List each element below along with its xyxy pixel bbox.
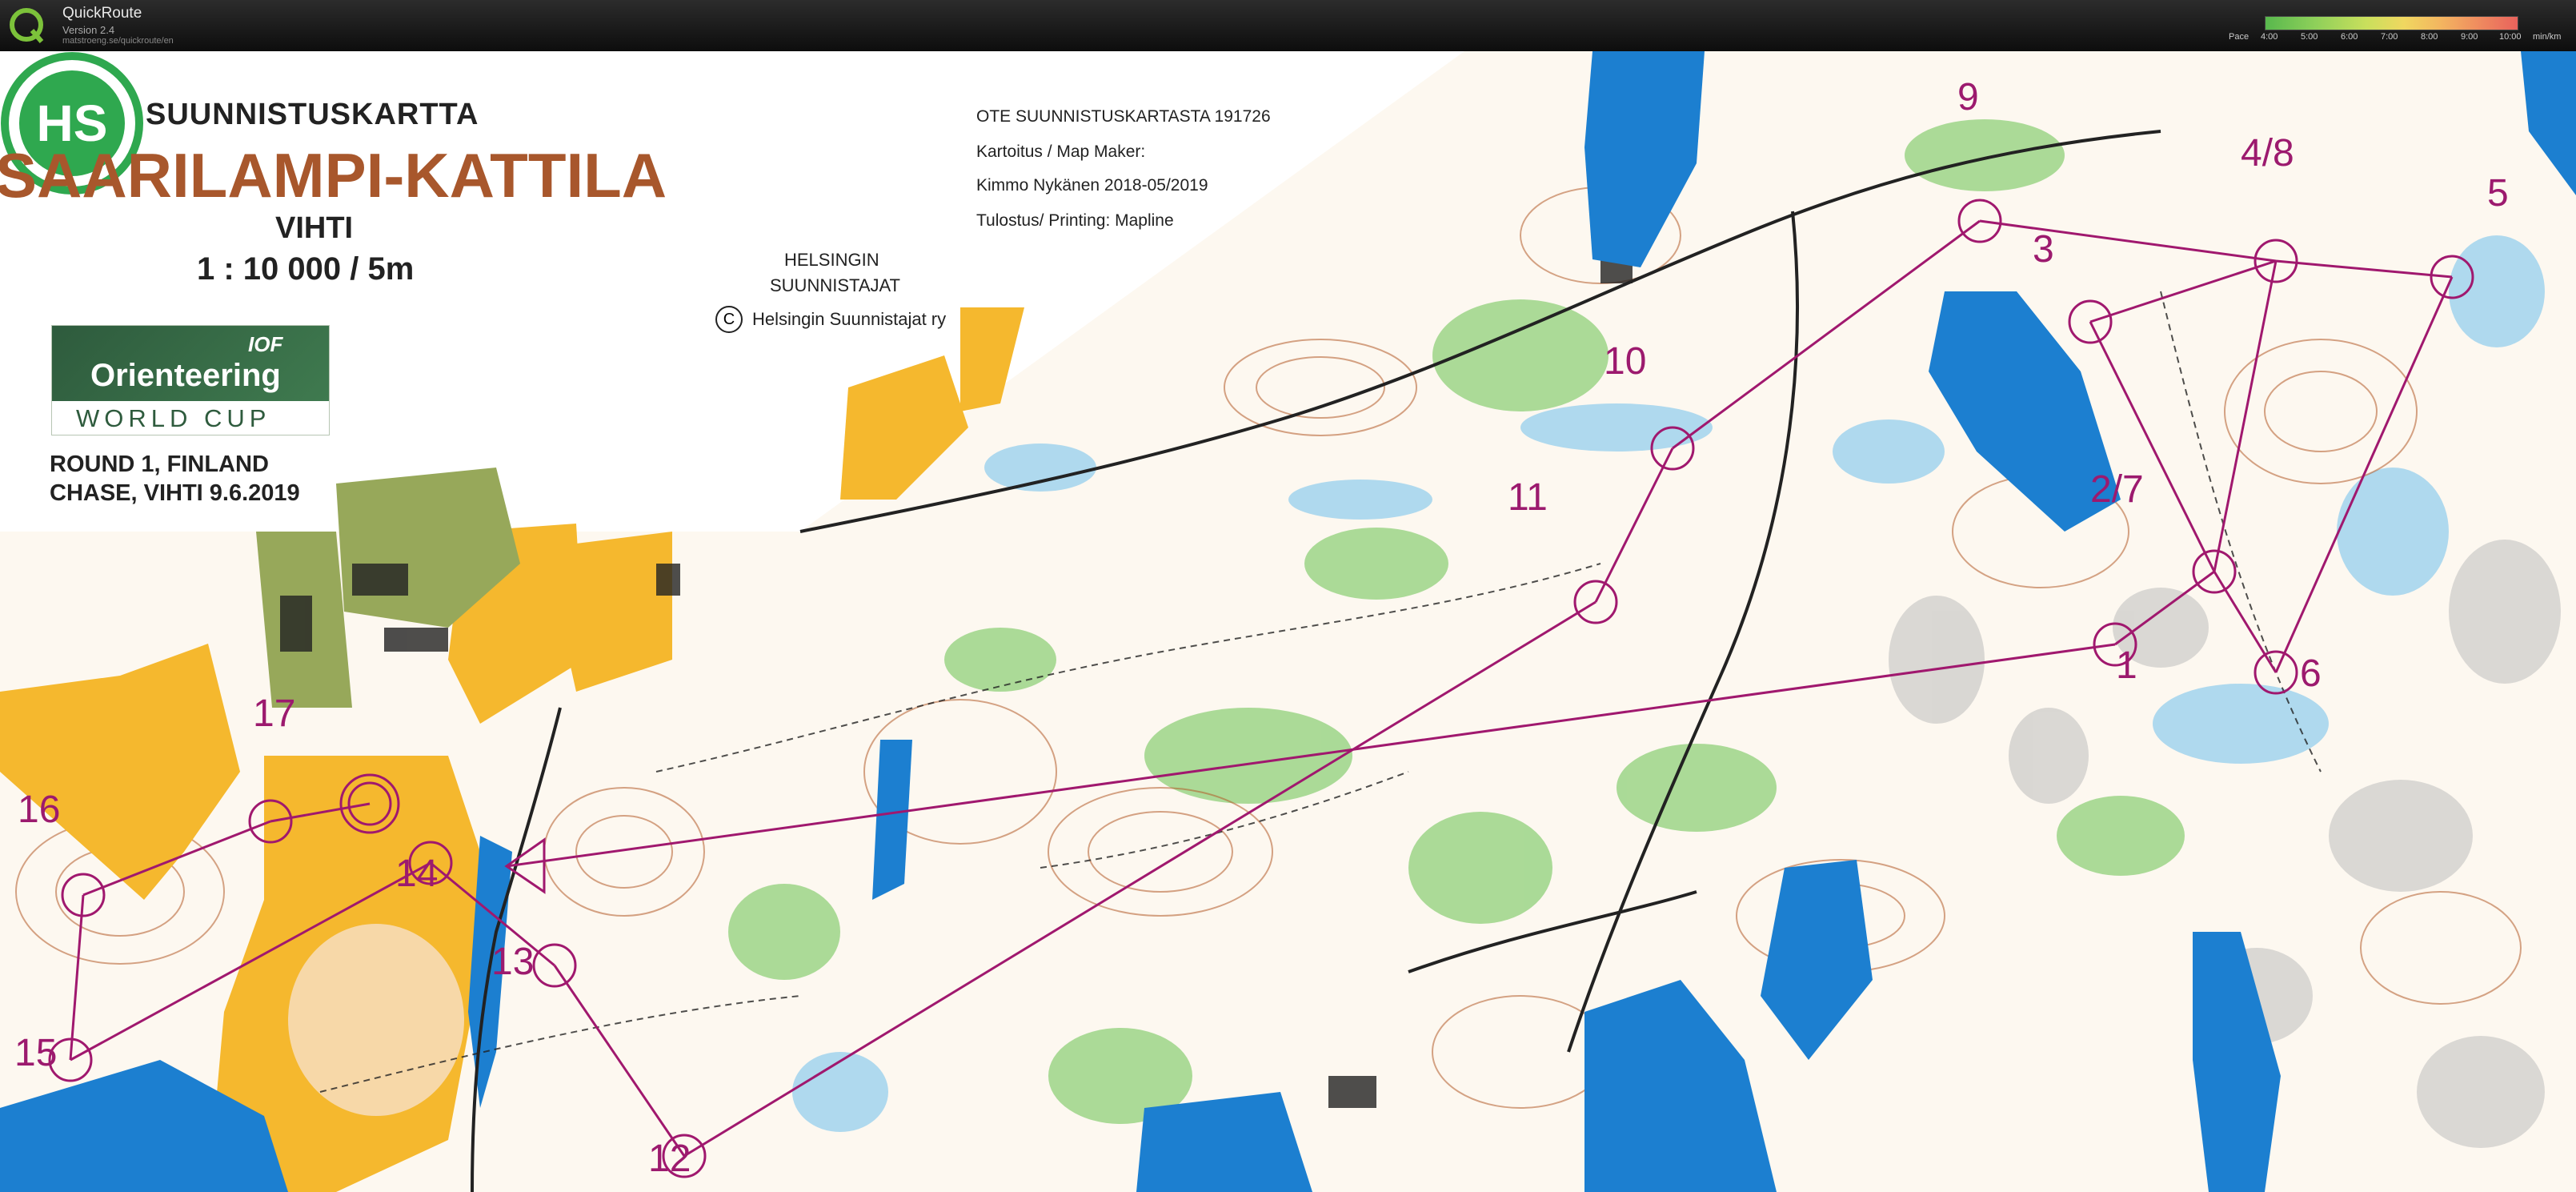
pace-tick: 6:00	[2341, 32, 2358, 42]
map-region: VIHTI	[275, 211, 354, 245]
pace-tick: 8:00	[2421, 32, 2438, 42]
pace-label: Pace	[2229, 32, 2249, 42]
world-cup-badge-word2: WORLD CUP	[76, 404, 271, 432]
map-artwork	[0, 51, 2576, 1192]
copyright-icon: C	[715, 306, 743, 333]
event-round: ROUND 1, FINLAND	[50, 452, 269, 477]
world-cup-badge-word1: Orienteering	[90, 358, 281, 393]
pace-tick: 5:00	[2301, 32, 2318, 42]
pace-tick: 4:00	[2261, 32, 2278, 42]
map-credit-extract: OTE SUUNNISTUSKARTASTA 191726	[976, 107, 1271, 126]
control-number: 3	[2033, 228, 2054, 271]
world-cup-badge: IOF Orienteering WORLD CUP	[51, 325, 330, 435]
map-credit-printing: Tulostus/ Printing: Mapline	[976, 211, 1174, 230]
pace-color-bar	[2265, 16, 2518, 30]
quickroute-logo-icon	[10, 8, 44, 43]
club-name-line1: HELSINGIN	[784, 250, 879, 270]
control-number: 11	[1508, 476, 1548, 519]
club-name-line2: SUUNNISTAJAT	[770, 275, 900, 295]
map-credit-maker: Kimmo Nykänen 2018-05/2019	[976, 176, 1208, 195]
event-chase-date: CHASE, VIHTI 9.6.2019	[50, 480, 300, 506]
iof-logo: IOF	[248, 332, 283, 356]
pace-tick: 7:00	[2381, 32, 2398, 42]
control-number: 16	[18, 789, 61, 831]
control-number: 15	[14, 1032, 58, 1074]
map-subtitle: SUUNNISTUSKARTTA	[146, 98, 479, 131]
title-bar: QuickRoute Version 2.4 matstroeng.se/qui…	[0, 0, 2576, 51]
map-title: SAARILAMPI-KATTILA	[0, 140, 667, 211]
orienteering-map[interactable]: HS SUUNNISTUSKARTTA SAARILAMPI-KATTILA V…	[0, 51, 2576, 1192]
map-credit-maker-label: Kartoitus / Map Maker:	[976, 142, 1146, 161]
map-scale: 1 : 10 000 / 5m	[197, 251, 415, 287]
app-version: Version 2.4	[62, 24, 115, 36]
pace-tick: 9:00	[2461, 32, 2478, 42]
pace-tick: 10:00	[2499, 32, 2522, 42]
control-number: 13	[491, 941, 535, 983]
pace-unit: min/km	[2533, 32, 2562, 42]
control-number: 10	[1604, 340, 1647, 383]
app-title: QuickRoute	[62, 5, 142, 22]
control-number: 6	[2300, 652, 2322, 695]
control-number: 5	[2487, 172, 2509, 215]
control-number: 4/8	[2241, 132, 2294, 175]
control-number: 12	[648, 1138, 691, 1180]
app-url[interactable]: matstroeng.se/quickroute/en	[62, 36, 174, 46]
control-number: 17	[253, 692, 296, 735]
control-number: 9	[1957, 76, 1979, 118]
control-number: 1	[2116, 644, 2137, 687]
control-number: 2/7	[2090, 468, 2144, 511]
world-cup-badge-banner: IOF Orienteering	[52, 326, 329, 401]
control-number: 14	[395, 853, 439, 895]
copyright-text: Helsingin Suunnistajat ry	[752, 309, 947, 329]
